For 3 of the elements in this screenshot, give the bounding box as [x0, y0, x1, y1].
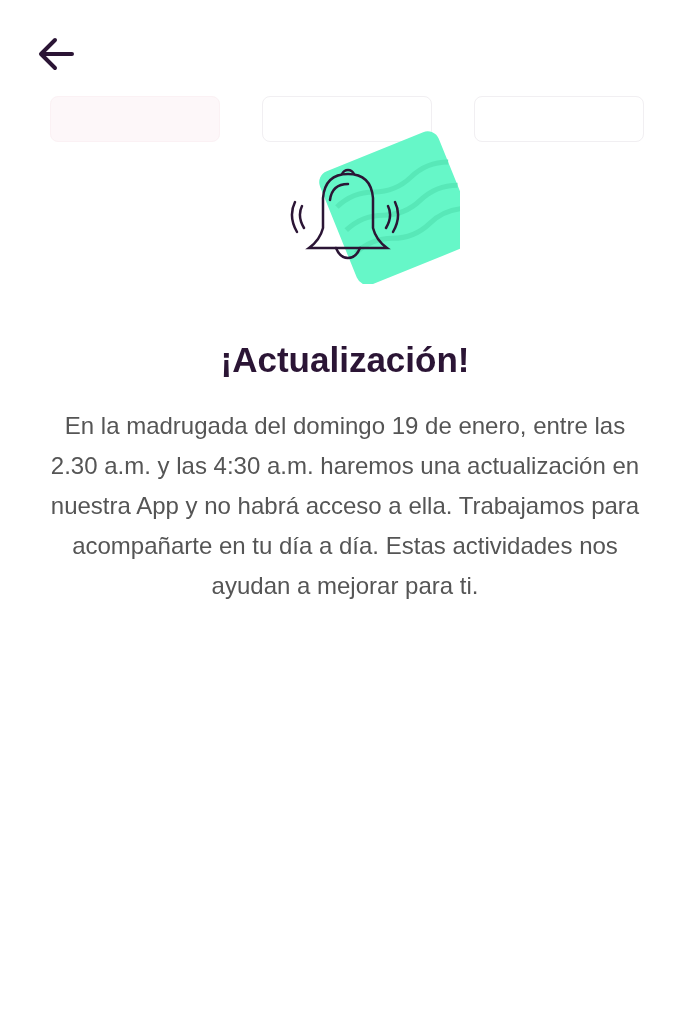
dialog-title: ¡Actualización! — [220, 340, 470, 380]
back-arrow-icon[interactable] — [38, 37, 76, 71]
dialog-message: En la madrugada del domingo 19 de enero, entre las 2.30 a.m. y las 4:30 a.m. haremos una actualización en nuestra App y no habrá acceso a ella. Trabajamos para acompañarte en tu día a día. Estas actividades nos ayudan a mejorar para ti. — [49, 411, 641, 601]
